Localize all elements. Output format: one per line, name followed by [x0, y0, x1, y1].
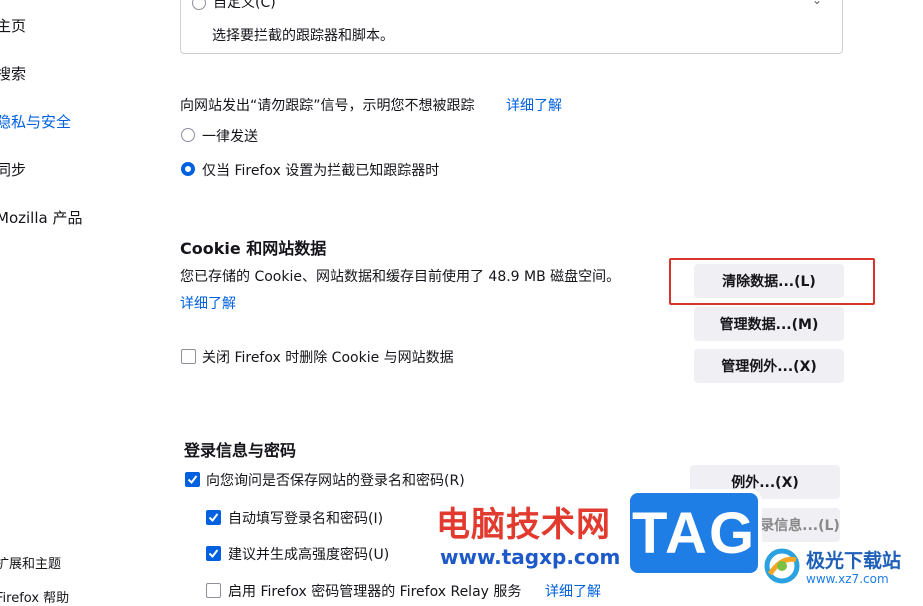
sidebar-item-extensions[interactable]: 扩展和主题 — [0, 553, 61, 572]
dnt-learn-more-link[interactable]: 详细了解 — [506, 95, 562, 115]
checkmark-icon — [187, 475, 198, 485]
watermark-url: www.tagxp.com — [440, 545, 621, 569]
delete-on-close-label: 关闭 Firefox 时删除 Cookie 与网站数据 — [202, 350, 454, 366]
checkmark-icon — [208, 513, 219, 523]
cookies-description: 您已存储的 Cookie、网站数据和缓存目前使用了 48.9 MB 磁盘空间。 — [180, 269, 621, 285]
suggest-strong-checkbox[interactable] — [206, 546, 221, 561]
relay-label: 启用 Firefox 密码管理器的 Firefox Relay 服务 — [228, 584, 522, 600]
watermark-cn-text: 电脑技术网 — [436, 505, 611, 545]
cookies-heading: Cookie 和网站数据 — [180, 239, 327, 258]
manage-exceptions-button[interactable]: 管理例外...(X) — [694, 349, 844, 383]
custom-block-card: 自定义(C) ⌄ 选择要拦截的跟踪器和脚本。 — [180, 0, 843, 54]
ask-to-save-label: 向您询问是否保存网站的登录名和密码(R) — [206, 473, 465, 489]
ask-to-save-checkbox[interactable] — [185, 472, 200, 487]
sidebar-item-privacy[interactable]: 隐私与安全 — [0, 111, 71, 132]
sidebar-item-help[interactable]: Firefox 帮助 — [0, 587, 69, 606]
checkmark-icon — [208, 549, 219, 559]
dnt-always-radio[interactable] — [181, 128, 195, 142]
autofill-checkbox[interactable] — [206, 510, 221, 525]
logins-heading: 登录信息与密码 — [184, 441, 297, 460]
sidebar-item-home[interactable]: 主页 — [0, 15, 26, 36]
delete-on-close-checkbox[interactable] — [181, 349, 196, 364]
cookies-learn-more-link[interactable]: 详细了解 — [180, 293, 236, 313]
xz7-cn-text: 极光下载站 — [806, 550, 902, 572]
manage-data-button[interactable]: 管理数据...(M) — [694, 307, 844, 341]
relay-learn-more-link[interactable]: 详细了解 — [545, 581, 601, 601]
tag-logo: TAG — [626, 489, 762, 577]
xz7-swirl-icon — [764, 548, 800, 584]
dnt-title: 向网站发出“请勿跟踪”信号，示明您不想被跟踪 — [180, 98, 475, 114]
dnt-only-when-radio[interactable] — [181, 162, 195, 176]
dnt-only-when-label: 仅当 Firefox 设置为拦截已知跟踪器时 — [202, 163, 440, 179]
custom-radio-label: 自定义(C) — [213, 0, 276, 11]
dnt-always-label: 一律发送 — [202, 129, 258, 145]
sidebar-item-sync[interactable]: 同步 — [0, 159, 26, 180]
custom-radio[interactable] — [192, 0, 206, 10]
chevron-down-icon[interactable]: ⌄ — [812, 0, 822, 7]
tag-logo-text: TAG — [631, 500, 757, 566]
autofill-label: 自动填写登录名和密码(I) — [228, 511, 384, 527]
suggest-strong-label: 建议并生成高强度密码(U) — [228, 547, 390, 563]
sidebar-item-search[interactable]: 搜索 — [0, 63, 26, 84]
xz7-url-text: www.xz7.com — [806, 572, 889, 586]
xz7-logo: 极光下载站 www.xz7.com — [762, 542, 922, 592]
highlight-box — [669, 258, 875, 305]
custom-description: 选择要拦截的跟踪器和脚本。 — [212, 28, 394, 44]
sidebar-item-mozilla-products[interactable]: Mozilla 产品 — [0, 207, 82, 228]
